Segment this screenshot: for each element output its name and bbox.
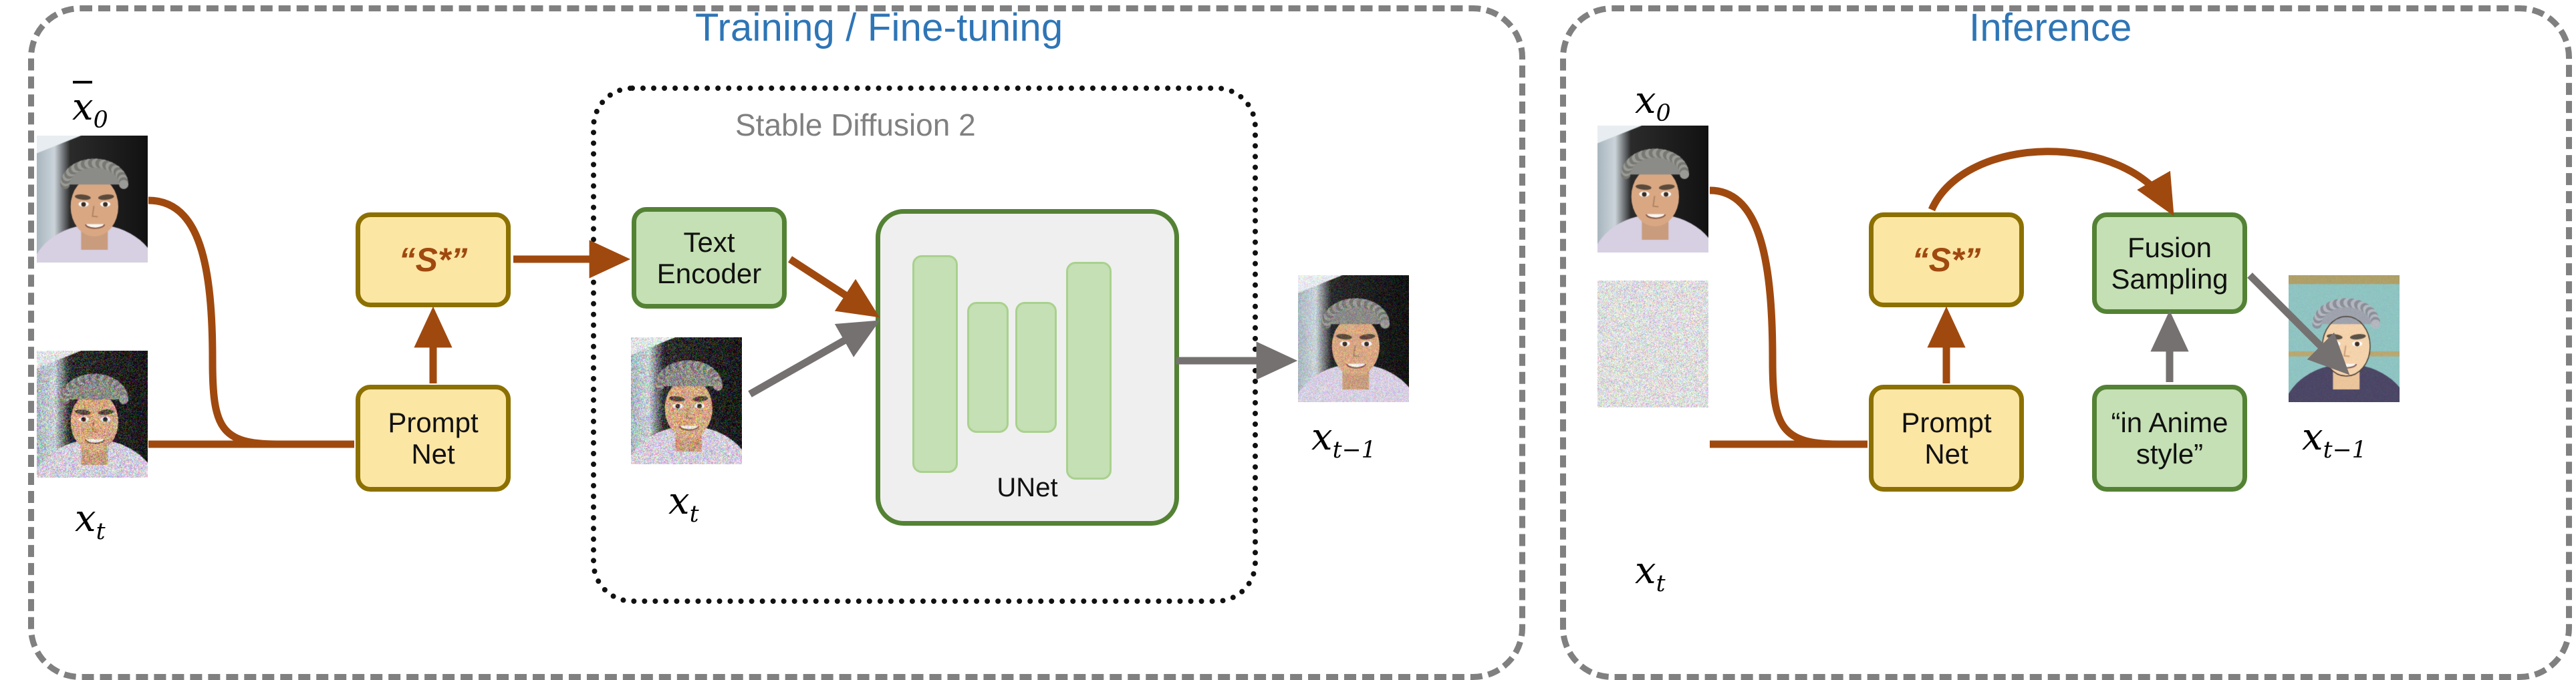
anime-output-image-label: xt−1: [2302, 415, 2367, 464]
s-star-box-inference[interactable]: “S*”: [1869, 212, 2024, 307]
style-prompt-line1: “in Anime: [2111, 407, 2228, 438]
unet-bar-1: [912, 255, 958, 473]
fusion-sampling-label: Fusion Sampling: [2097, 232, 2242, 295]
prompt-net-box-inference[interactable]: Prompt Net: [1869, 385, 2024, 492]
prompt-net-box-training[interactable]: Prompt Net: [356, 385, 511, 492]
text-encoder-box[interactable]: Text Encoder: [632, 207, 787, 309]
stable-diffusion-group-title: Stable Diffusion 2: [735, 107, 976, 143]
s-star-label-inference: “S*”: [1874, 241, 2019, 279]
clean-input-image: [1597, 126, 1708, 252]
pure-noise-image-label: xt: [1635, 549, 1666, 597]
clean-reference-image-label: x0: [72, 86, 108, 134]
style-prompt-line2: style”: [2136, 438, 2203, 470]
training-panel-title: Training / Fine-tuning: [695, 5, 1063, 50]
fusion-sampling-line2: Sampling: [2111, 263, 2228, 295]
denoised-output-image-label: xt−1: [1311, 415, 1376, 464]
clean-input-image-label: x0: [1635, 79, 1671, 127]
text-encoder-line1: Text: [683, 226, 735, 258]
anime-output-image: [2289, 275, 2400, 402]
prompt-net-inference-line2: Net: [1924, 438, 1968, 470]
noisy-input-image-label: xt: [75, 497, 106, 545]
unet-bar-2: [967, 302, 1009, 433]
noisy-input-image: [37, 351, 148, 478]
inference-panel: [1560, 5, 2572, 680]
fusion-sampling-box[interactable]: Fusion Sampling: [2092, 212, 2247, 314]
prompt-net-inference-line1: Prompt: [1901, 407, 1991, 438]
prompt-net-line1: Prompt: [388, 407, 478, 438]
unet-label: UNet: [880, 473, 1174, 503]
inference-panel-title: Inference: [1969, 5, 2132, 50]
prompt-net-line2: Net: [411, 438, 455, 470]
s-star-label: “S*”: [360, 241, 506, 279]
text-encoder-line2: Encoder: [657, 258, 761, 289]
fusion-sampling-line1: Fusion: [2128, 232, 2212, 263]
unet-box[interactable]: UNet: [876, 209, 1179, 526]
style-prompt-box[interactable]: “in Anime style”: [2092, 385, 2247, 492]
noisy-latent-image: [631, 337, 742, 464]
s-star-box-training[interactable]: “S*”: [356, 212, 511, 307]
unet-bar-3: [1015, 302, 1057, 433]
unet-bar-4: [1066, 262, 1112, 480]
prompt-net-label-inference: Prompt Net: [1874, 407, 2019, 470]
style-prompt-label: “in Anime style”: [2097, 407, 2242, 470]
pure-noise-image: [1597, 281, 1708, 407]
clean-reference-image: [37, 136, 148, 263]
prompt-net-label: Prompt Net: [360, 407, 506, 470]
denoised-output-image: [1298, 275, 1409, 402]
noisy-latent-image-label: xt: [668, 480, 699, 528]
text-encoder-label: Text Encoder: [636, 226, 782, 289]
